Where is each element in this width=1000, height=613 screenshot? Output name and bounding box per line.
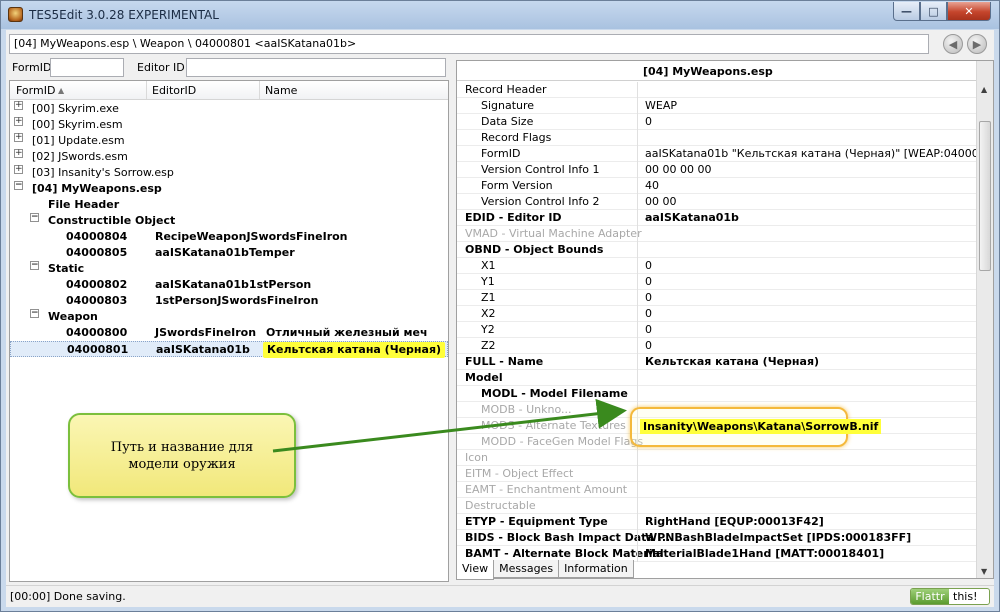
tree-row[interactable]: + [01] Update.esm [10, 133, 448, 149]
record-row[interactable]: OBND - Object Bounds [457, 242, 977, 258]
tree-row[interactable]: 04000800 JSwordsFineIron Отличный железный… [10, 325, 448, 341]
application-window: TES5Edit 3.0.28 EXPERIMENTAL — □ ✕ [04] … [0, 0, 1000, 612]
record-tree: FormID ▲ EditorID Name + [00] Skyrim.exe … [9, 80, 449, 582]
sort-asc-icon: ▲ [58, 86, 65, 95]
record-path-field[interactable]: [04] MyWeapons.esp \ Weapon \ 04000801 <… [9, 34, 929, 54]
highlighted-name: Кельтская катана (Черная) [263, 342, 446, 358]
maximize-button[interactable]: □ [920, 2, 947, 21]
tree-row-selected[interactable]: 04000801 aaISKatana01b Кельтская катана (Ч… [10, 341, 448, 358]
record-row[interactable]: Icon [457, 450, 977, 466]
record-view-panel: [04] MyWeapons.esp Record Header Signatu… [456, 60, 994, 579]
record-row[interactable]: EAMT - Enchantment Amount [457, 482, 977, 498]
tree-row[interactable]: − Constructible Object [10, 213, 448, 229]
record-row[interactable]: Y1 0 [457, 274, 977, 290]
tree-row[interactable]: 04000803 1stPersonJSwordsFineIron [10, 293, 448, 309]
record-row[interactable]: Z1 0 [457, 290, 977, 306]
scroll-up-icon[interactable]: ▲ [981, 85, 987, 94]
tree-row[interactable]: + [02] JSwords.esm [10, 149, 448, 165]
tree-row[interactable]: + [03] Insanity's Sorrow.esp [10, 165, 448, 181]
record-view-header: [04] MyWeapons.esp [457, 61, 977, 81]
app-icon [8, 7, 23, 22]
record-row[interactable]: Record Flags [457, 130, 977, 146]
close-button[interactable]: ✕ [947, 2, 991, 21]
minimize-icon: — [901, 4, 912, 18]
expand-icon[interactable]: + [14, 165, 23, 174]
model-filename-value: Insanity\Weapons\Katana\SorrowB.nif [640, 419, 882, 434]
flattr-label: Flattr [911, 589, 949, 604]
record-row[interactable]: Signature WEAP [457, 98, 977, 114]
collapse-icon[interactable]: − [30, 261, 39, 270]
status-bar: [00:00] Done saving. Flattr this! [6, 585, 994, 607]
scrollbar-thumb[interactable] [979, 121, 991, 271]
record-row[interactable]: BIDS - Block Bash Impact Data ... WPNBash… [457, 530, 977, 546]
tree-row[interactable]: File Header [10, 197, 448, 213]
record-row[interactable]: X2 0 [457, 306, 977, 322]
forward-button[interactable]: ▶ [967, 34, 987, 54]
forward-arrow-icon: ▶ [972, 37, 982, 51]
annotation-text: Путь и название для модели оружия [110, 439, 254, 472]
tree-row[interactable]: − Static [10, 261, 448, 277]
minimize-button[interactable]: — [893, 2, 920, 21]
tab-information[interactable]: Information [558, 560, 634, 578]
flattr-button[interactable]: Flattr this! [910, 588, 990, 605]
window-title: TES5Edit 3.0.28 EXPERIMENTAL [29, 8, 219, 22]
record-row[interactable]: X1 0 [457, 258, 977, 274]
record-row[interactable]: EDID - Editor ID aaISKatana01b [457, 210, 977, 226]
collapse-icon[interactable]: − [30, 309, 39, 318]
record-row[interactable]: Model [457, 370, 977, 386]
tree-row[interactable]: 04000802 aaISKatana01b1stPerson [10, 277, 448, 293]
record-row[interactable]: FormID aaISKatana01b "Кельтская катана (Ч… [457, 146, 993, 162]
record-row[interactable]: Record Header [457, 82, 977, 98]
expand-icon[interactable]: + [14, 101, 23, 110]
expand-icon[interactable]: + [14, 133, 23, 142]
record-row[interactable]: Data Size 0 [457, 114, 977, 130]
expand-icon[interactable]: + [14, 117, 23, 126]
tree-row[interactable]: + [00] Skyrim.exe [10, 101, 448, 117]
record-row[interactable]: Version Control Info 2 00 00 [457, 194, 977, 210]
record-row[interactable]: Version Control Info 1 00 00 00 00 [457, 162, 977, 178]
col-name[interactable]: Name [265, 84, 297, 97]
scroll-down-icon[interactable]: ▼ [981, 567, 987, 576]
model-filename-highlight: Insanity\Weapons\Katana\SorrowB.nif [630, 407, 882, 447]
collapse-icon[interactable]: − [30, 213, 39, 222]
back-arrow-icon: ◀ [948, 37, 958, 51]
client-area: [04] MyWeapons.esp \ Weapon \ 04000801 <… [6, 30, 994, 607]
record-row[interactable]: Form Version 40 [457, 178, 977, 194]
bottom-tabs: View Messages Information [456, 560, 634, 580]
col-formid[interactable]: FormID [16, 84, 55, 97]
record-row[interactable]: FULL - Name Кельтская катана (Черная) [457, 354, 977, 370]
record-row[interactable]: Destructable [457, 498, 977, 514]
tab-view[interactable]: View [456, 560, 495, 580]
tree-row[interactable]: 04000805 aaISKatana01bTemper [10, 245, 448, 261]
record-row[interactable]: ETYP - Equipment Type RightHand [EQUP:000… [457, 514, 977, 530]
formid-filter-input[interactable] [50, 58, 124, 77]
record-row[interactable]: Y2 0 [457, 322, 977, 338]
back-button[interactable]: ◀ [943, 34, 963, 54]
editorid-filter-input[interactable] [186, 58, 446, 77]
tree-header: FormID ▲ EditorID Name [10, 81, 448, 100]
record-view-title: [04] MyWeapons.esp [643, 65, 773, 78]
title-bar: TES5Edit 3.0.28 EXPERIMENTAL — □ ✕ [1, 1, 999, 29]
tab-messages[interactable]: Messages [493, 560, 560, 578]
record-row[interactable]: VMAD - Virtual Machine Adapter [457, 226, 977, 242]
maximize-icon: □ [928, 4, 939, 18]
flattr-this-label: this! [953, 590, 978, 603]
tree-row[interactable]: − [04] MyWeapons.esp [10, 181, 448, 197]
tree-row[interactable]: 04000804 RecipeWeaponJSwordsFineIron [10, 229, 448, 245]
editorid-filter-label: Editor ID [137, 61, 185, 74]
record-row[interactable]: EITM - Object Effect [457, 466, 977, 482]
record-row[interactable]: MODL - Model Filename [457, 386, 977, 402]
tree-row[interactable]: + [00] Skyrim.esm [10, 117, 448, 133]
col-editorid[interactable]: EditorID [152, 84, 196, 97]
tree-row[interactable]: − Weapon [10, 309, 448, 325]
expand-icon[interactable]: + [14, 149, 23, 158]
record-vertical-scrollbar[interactable]: ▲ ▼ [976, 61, 993, 578]
annotation-callout: Путь и название для модели оружия [68, 413, 296, 498]
close-icon: ✕ [964, 4, 974, 18]
status-text: [00:00] Done saving. [10, 590, 126, 603]
record-row[interactable]: Z2 0 [457, 338, 977, 354]
collapse-icon[interactable]: − [14, 181, 23, 190]
formid-filter-label: FormID [12, 61, 52, 74]
